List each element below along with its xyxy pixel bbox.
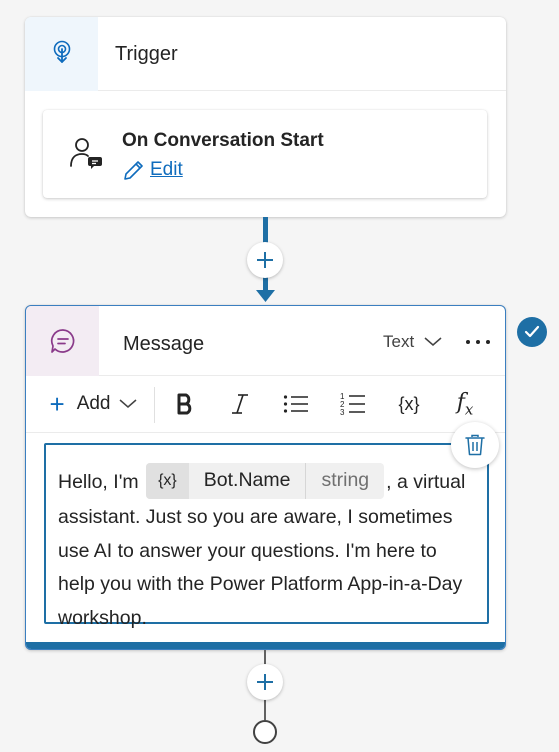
numbered-list-button[interactable]: 1 2 3 (336, 387, 370, 421)
plus-icon: + (49, 389, 65, 419)
bold-button[interactable] (168, 387, 202, 421)
italic-icon (232, 394, 248, 414)
event-title: On Conversation Start (122, 130, 324, 151)
message-text-editor[interactable]: Hello, I'm {x} Bot.Name string, a virtual … (44, 443, 489, 629)
insert-variable-button[interactable]: {x} (390, 387, 428, 421)
add-node-button[interactable] (247, 664, 283, 700)
italic-button[interactable] (223, 387, 257, 421)
pencil-icon (124, 161, 143, 180)
message-icon (50, 329, 74, 353)
message-type-dropdown[interactable]: Text (383, 332, 442, 352)
trigger-icon-box (25, 17, 98, 91)
edit-link[interactable]: Edit (123, 159, 183, 181)
bulleted-list-button[interactable] (279, 387, 313, 421)
chevron-down-icon (119, 399, 136, 408)
plus-icon (257, 674, 273, 690)
conversation-start-icon (70, 138, 102, 169)
chevron-down-icon (424, 337, 442, 346)
add-button[interactable]: + Add (40, 387, 146, 421)
numbered-list-icon: 1 2 3 (340, 392, 365, 416)
message-header: Message Text (26, 306, 505, 376)
add-node-button[interactable] (247, 242, 283, 278)
trigger-header: Trigger (25, 17, 506, 91)
trash-icon (465, 434, 485, 456)
trigger-title: Trigger (115, 43, 178, 65)
message-card[interactable]: Message Text + Add 1 2 3 {x} fx Hello, I… (25, 305, 506, 650)
bold-icon (177, 393, 192, 415)
formula-button[interactable]: fx (448, 387, 482, 421)
trigger-card[interactable]: Trigger On Conversation Start Edit (25, 17, 506, 217)
more-options-icon[interactable] (466, 334, 490, 350)
message-title: Message (123, 333, 205, 355)
variable-name: Bot.Name (189, 463, 307, 499)
toolbar-divider (154, 387, 155, 423)
bulleted-list-icon (283, 395, 308, 413)
variable-chip-icon: {x} (146, 463, 189, 499)
message-card-footer (26, 642, 505, 649)
variable-type: string (321, 469, 370, 492)
message-icon-box (26, 306, 99, 376)
valid-status-icon (517, 317, 547, 347)
plus-icon (257, 252, 273, 268)
edit-label: Edit (150, 159, 183, 180)
flow-end-node (253, 720, 277, 744)
message-toolbar: + Add 1 2 3 {x} fx (26, 377, 505, 433)
add-label: Add (76, 393, 111, 414)
delete-button[interactable] (451, 422, 499, 468)
trigger-icon (53, 40, 70, 63)
formula-icon: fx (456, 389, 474, 419)
message-type-label: Text (383, 332, 415, 351)
svg-text:3: 3 (340, 408, 345, 416)
variable-icon: {x} (398, 393, 420, 414)
variable-chip[interactable]: {x} Bot.Name string (146, 463, 385, 499)
conversation-start-node[interactable]: On Conversation Start Edit (43, 110, 487, 198)
arrow-down-icon (256, 290, 275, 302)
message-text-before: Hello, I'm (58, 471, 145, 494)
